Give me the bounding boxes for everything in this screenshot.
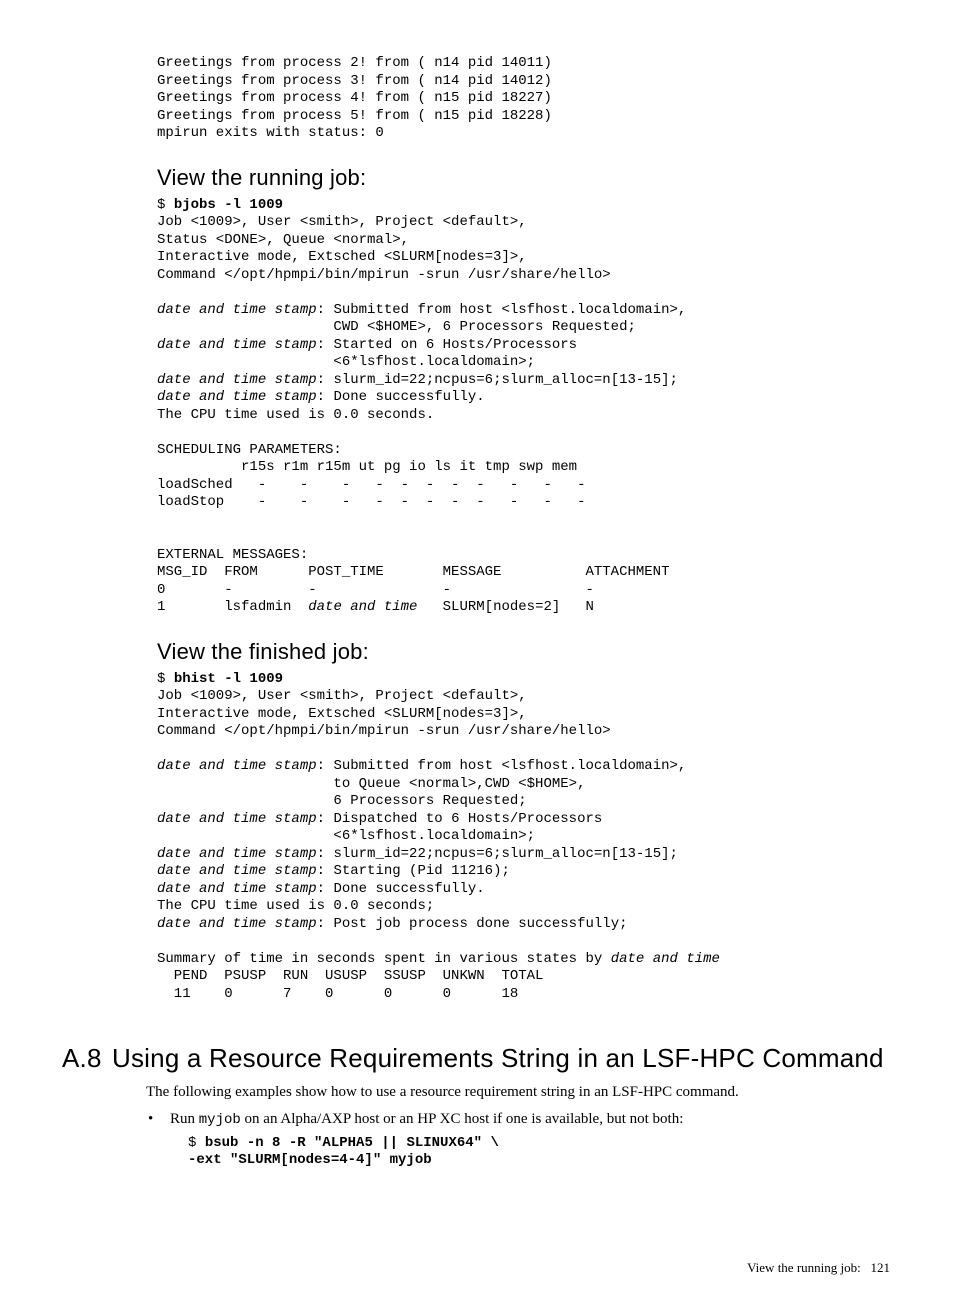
line: Interactive mode, Extsched <SLURM[nodes=… bbox=[157, 249, 527, 265]
line: <6*lsfhost.localdomain>; bbox=[157, 354, 535, 370]
line: Summary of time in seconds spent in vari… bbox=[157, 951, 611, 967]
section-intro: The following examples show how to use a… bbox=[146, 1082, 890, 1103]
dts: date and time bbox=[611, 951, 720, 967]
line: Command </opt/hpmpi/bin/mpirun -srun /us… bbox=[157, 723, 611, 739]
bhist-block: $ bhist -l 1009 Job <1009>, User <smith>… bbox=[157, 671, 890, 1004]
bullet-text-b: on an Alpha/AXP host or an HP XC host if… bbox=[241, 1111, 684, 1127]
line: Greetings from process 5! from ( n15 pid… bbox=[157, 108, 552, 124]
prompt: $ bbox=[157, 671, 174, 687]
line: MSG_ID FROM POST_TIME MESSAGE ATTACHMENT bbox=[157, 564, 669, 580]
prompt: $ bbox=[188, 1135, 205, 1151]
dts: date and time stamp bbox=[157, 863, 317, 879]
heading-view-finished: View the finished job: bbox=[157, 639, 890, 665]
bullet-item: Run myjob on an Alpha/AXP host or an HP … bbox=[146, 1109, 890, 1131]
line: 0 - - - - bbox=[157, 582, 594, 598]
line: loadStop - - - - - - - - - - - bbox=[157, 494, 585, 510]
page-footer: View the running job: 121 bbox=[62, 1260, 890, 1276]
output-greetings: Greetings from process 2! from ( n14 pid… bbox=[157, 55, 890, 143]
bullet-text-a: Run bbox=[170, 1111, 199, 1127]
line: Job <1009>, User <smith>, Project <defau… bbox=[157, 214, 527, 230]
line: Greetings from process 4! from ( n15 pid… bbox=[157, 90, 552, 106]
line: EXTERNAL MESSAGES: bbox=[157, 547, 308, 563]
dts: date and time stamp bbox=[157, 372, 317, 388]
bjobs-block: $ bjobs -l 1009 Job <1009>, User <smith>… bbox=[157, 197, 890, 617]
line: SCHEDULING PARAMETERS: bbox=[157, 442, 342, 458]
line: Job <1009>, User <smith>, Project <defau… bbox=[157, 688, 527, 704]
cmd-bsub-2: -ext "SLURM[nodes=4-4]" myjob bbox=[188, 1152, 432, 1168]
dts: date and time stamp bbox=[157, 916, 317, 932]
line: : slurm_id=22;ncpus=6;slurm_alloc=n[13-1… bbox=[317, 372, 678, 388]
line: Greetings from process 2! from ( n14 pid… bbox=[157, 55, 552, 71]
line: Command </opt/hpmpi/bin/mpirun -srun /us… bbox=[157, 267, 611, 283]
footer-page: 121 bbox=[871, 1260, 891, 1275]
line: : Submitted from host <lsfhost.localdoma… bbox=[317, 302, 687, 318]
line: 6 Processors Requested; bbox=[157, 793, 527, 809]
line: <6*lsfhost.localdomain>; bbox=[157, 828, 535, 844]
cmd-bhist: bhist -l 1009 bbox=[174, 671, 283, 687]
line: Status <DONE>, Queue <normal>, bbox=[157, 232, 409, 248]
prompt: $ bbox=[157, 197, 174, 213]
heading-a8: A.8Using a Resource Requirements String … bbox=[62, 1043, 890, 1074]
line: mpirun exits with status: 0 bbox=[157, 125, 384, 141]
line: PEND PSUSP RUN USUSP SSUSP UNKWN TOTAL bbox=[157, 968, 543, 984]
line: The CPU time used is 0.0 seconds; bbox=[157, 898, 434, 914]
line: CWD <$HOME>, 6 Processors Requested; bbox=[157, 319, 636, 335]
line: loadSched - - - - - - - - - - - bbox=[157, 477, 585, 493]
dts: date and time stamp bbox=[157, 811, 317, 827]
line: : Post job process done successfully; bbox=[317, 916, 628, 932]
cmd-bjobs: bjobs -l 1009 bbox=[174, 197, 283, 213]
dts: date and time stamp bbox=[157, 389, 317, 405]
line: : Starting (Pid 11216); bbox=[317, 863, 510, 879]
cmd-bsub-1: bsub -n 8 -R "ALPHA5 || SLINUX64" \ bbox=[205, 1135, 499, 1151]
dts: date and time stamp bbox=[157, 846, 317, 862]
line: : Dispatched to 6 Hosts/Processors bbox=[317, 811, 603, 827]
line: to Queue <normal>,CWD <$HOME>, bbox=[157, 776, 585, 792]
dts: date and time stamp bbox=[157, 881, 317, 897]
line: Interactive mode, Extsched <SLURM[nodes=… bbox=[157, 706, 527, 722]
line: : Started on 6 Hosts/Processors bbox=[317, 337, 577, 353]
section-number: A.8 bbox=[62, 1043, 112, 1074]
line: : slurm_id=22;ncpus=6;slurm_alloc=n[13-1… bbox=[317, 846, 678, 862]
line: : Submitted from host <lsfhost.localdoma… bbox=[317, 758, 687, 774]
heading-view-running: View the running job: bbox=[157, 165, 890, 191]
line: r15s r1m r15m ut pg io ls it tmp swp mem bbox=[157, 459, 577, 475]
dts: date and time bbox=[308, 599, 417, 615]
bsub-block: $ bsub -n 8 -R "ALPHA5 || SLINUX64" \ -e… bbox=[188, 1135, 890, 1170]
line: 11 0 7 0 0 0 18 bbox=[157, 986, 518, 1002]
dts: date and time stamp bbox=[157, 337, 317, 353]
line: 1 lsfadmin bbox=[157, 599, 308, 615]
line: The CPU time used is 0.0 seconds. bbox=[157, 407, 434, 423]
dts: date and time stamp bbox=[157, 758, 317, 774]
inline-code-myjob: myjob bbox=[199, 1112, 241, 1128]
line: Greetings from process 3! from ( n14 pid… bbox=[157, 73, 552, 89]
line: : Done successfully. bbox=[317, 881, 485, 897]
section-title: Using a Resource Requirements String in … bbox=[112, 1043, 884, 1073]
line: : Done successfully. bbox=[317, 389, 485, 405]
footer-label: View the running job: bbox=[747, 1260, 861, 1275]
line: SLURM[nodes=2] N bbox=[417, 599, 593, 615]
dts: date and time stamp bbox=[157, 302, 317, 318]
